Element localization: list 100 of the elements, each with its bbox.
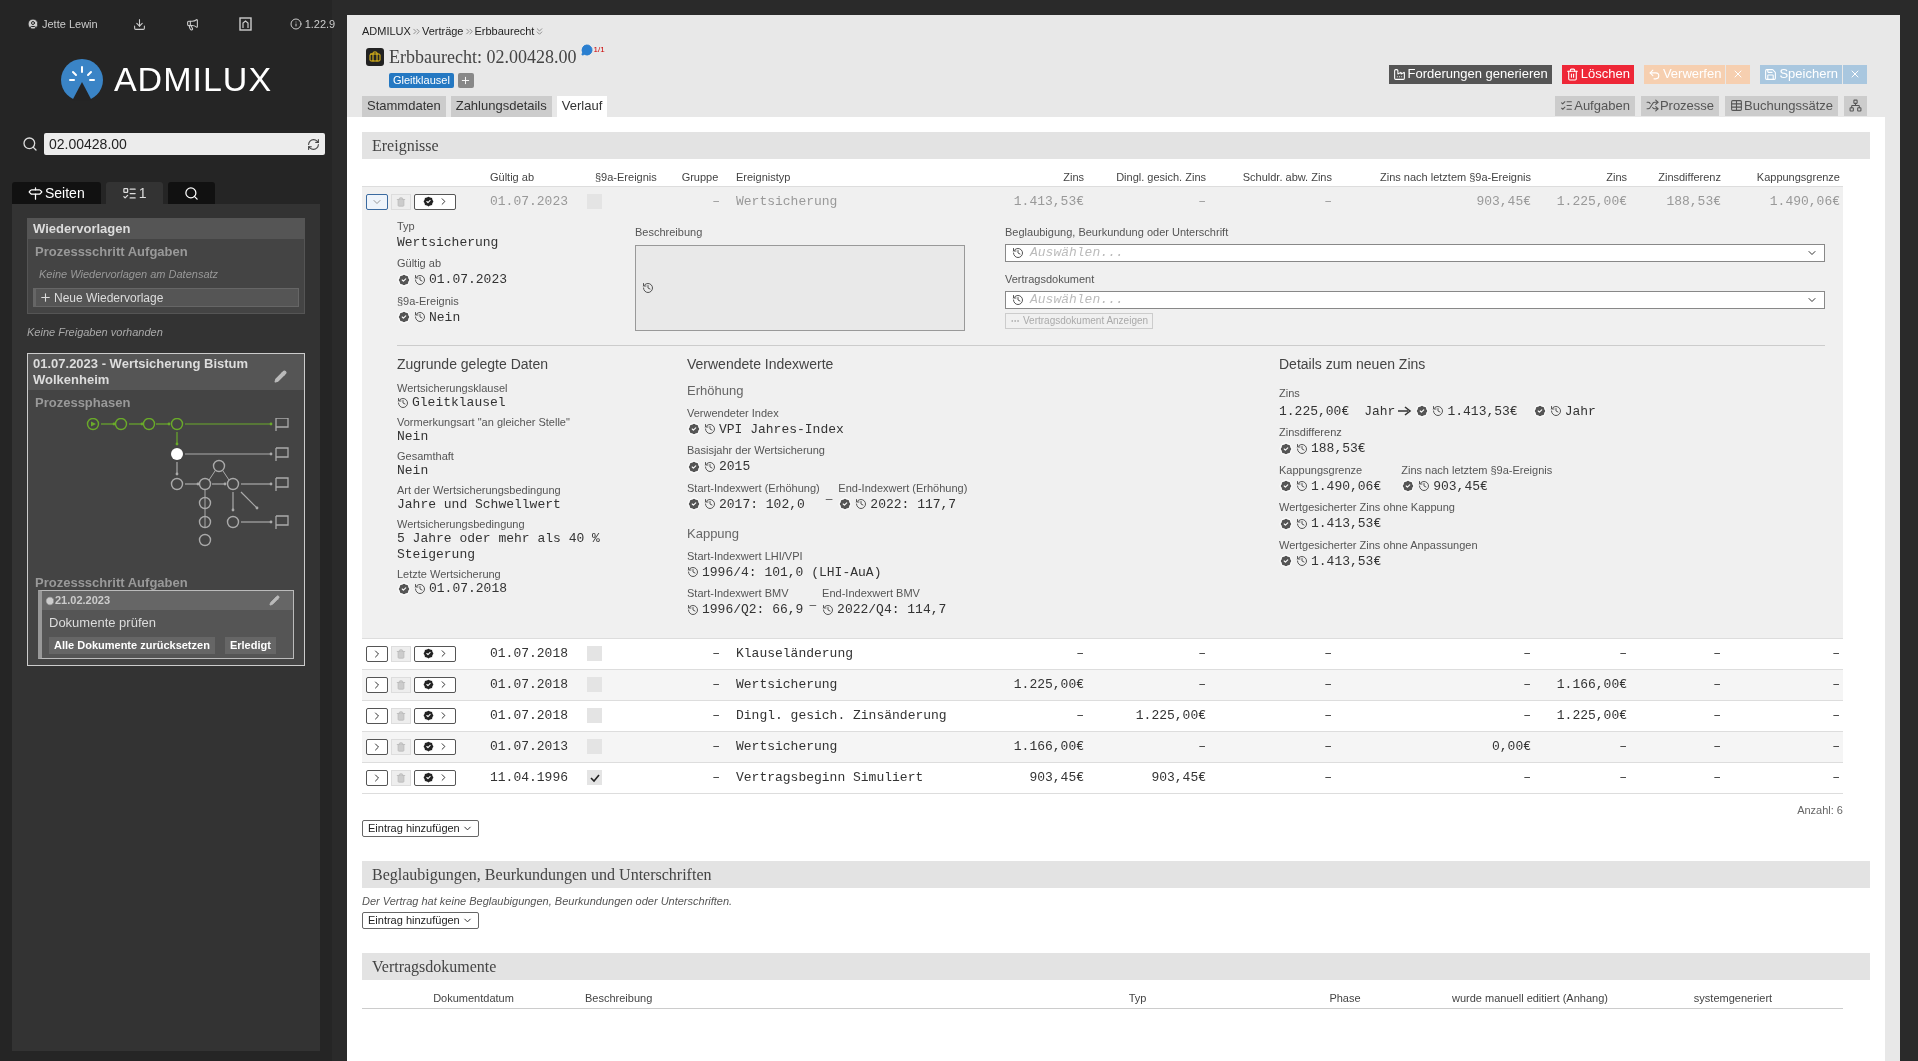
- sidebar-tab[interactable]: 1: [105, 182, 163, 204]
- table-cell: –: [1324, 645, 1332, 661]
- checklist-icon: [121, 185, 137, 201]
- add-entry-dropdown[interactable]: Eintrag hinzufügen: [362, 911, 479, 929]
- verified-icon: [421, 709, 435, 722]
- briefcase-icon: [366, 48, 384, 66]
- table-cell: –: [1198, 193, 1206, 209]
- history-icon: [822, 603, 835, 616]
- expand-toggle[interactable]: [366, 738, 388, 755]
- table-cell: –: [1619, 738, 1627, 754]
- plus-icon: [39, 291, 52, 304]
- checkbox[interactable]: [587, 770, 602, 785]
- verify-button[interactable]: [414, 193, 456, 210]
- table-cell: 01.07.2013: [490, 738, 568, 754]
- frame-icon[interactable]: [238, 17, 252, 31]
- breadcrumb-link[interactable]: Erbbaurecht: [474, 23, 535, 40]
- verified-icon: [1279, 479, 1293, 494]
- download-icon[interactable]: [132, 17, 146, 31]
- search-icon: [183, 185, 199, 201]
- table-cell: 01.07.2018: [490, 707, 568, 723]
- verify-button[interactable]: [414, 645, 456, 662]
- column-header: Phase: [1329, 991, 1361, 1004]
- column-header: Typ: [1128, 991, 1147, 1004]
- megaphone-icon[interactable]: [185, 17, 199, 31]
- add-tag-button[interactable]: [457, 72, 474, 88]
- field-label: Art der Wertsicherungsbedingung: [397, 483, 562, 497]
- table-cell: 1.225,00€: [1013, 676, 1084, 692]
- verify-button[interactable]: [414, 676, 456, 693]
- comment-icon[interactable]: [581, 43, 594, 56]
- field-value: 1996/4: 101,0 (LHI-AuA): [702, 563, 882, 582]
- table-cell: 1.413,53€: [1013, 193, 1084, 209]
- field-label: Kappungsgrenze: [1279, 462, 1364, 477]
- sidebar-tab[interactable]: [167, 182, 215, 204]
- task-button[interactable]: Alle Dokumente zurücksetzen: [49, 636, 215, 654]
- refresh-icon[interactable]: [307, 137, 320, 151]
- tab[interactable]: Zahlungsdetails: [450, 95, 552, 117]
- add-entry-dropdown[interactable]: Eintrag hinzufügen: [362, 820, 479, 837]
- verified-icon: [1279, 554, 1293, 569]
- tab[interactable]: Stammdaten: [362, 95, 446, 117]
- field-label: Start-Indexwert BMV: [687, 586, 790, 600]
- field-label: End-Indexwert BMV: [822, 586, 921, 600]
- field-value: Jahre und Schwellwert: [397, 497, 562, 513]
- column-header: Dingl. gesich. Zins: [1116, 170, 1206, 183]
- expand-toggle[interactable]: [366, 707, 388, 724]
- verify-button[interactable]: [414, 769, 456, 786]
- breadcrumb-link[interactable]: Verträge: [421, 23, 464, 40]
- field-value: 01.07.2018: [429, 581, 508, 597]
- field-value: 188,53€: [1311, 440, 1366, 458]
- breadcrumb-link[interactable]: ADMILUX: [362, 23, 411, 40]
- table-cell: –: [712, 193, 720, 209]
- toolbar-button[interactable]: Aufgaben: [1555, 95, 1635, 116]
- field-value: 5 Jahre oder mehr als 40 % Steigerung: [397, 531, 601, 563]
- toolbar-button[interactable]: Buchungssätze: [1725, 95, 1838, 116]
- user-name[interactable]: Jette Lewin: [42, 15, 98, 33]
- expand-toggle[interactable]: [366, 193, 388, 210]
- column-header: Zins: [1063, 170, 1084, 183]
- expand-toggle[interactable]: [366, 676, 388, 693]
- expand-toggle[interactable]: [366, 645, 388, 662]
- field-value: Gleitklausel: [412, 395, 507, 411]
- new-reminder-button[interactable]: Neue Wiedervorlage: [33, 288, 299, 307]
- table-cell: –: [1523, 676, 1531, 692]
- column-header: Kappungsgrenze: [1756, 170, 1840, 183]
- logo-text: ADMILUX: [113, 59, 273, 100]
- action-button[interactable]: Forderungen generieren: [1388, 64, 1552, 84]
- table-cell: –: [1713, 645, 1721, 661]
- plus-icon: [460, 74, 472, 86]
- sidebar-tab[interactable]: Seiten: [12, 182, 101, 204]
- process-title: 01.07.2023 - Wertsicherung Bistum Wolkenheim: [33, 355, 250, 388]
- action-button[interactable]: Löschen: [1561, 64, 1634, 84]
- table-cell: –: [1713, 676, 1721, 692]
- table-cell: –: [1198, 738, 1206, 754]
- history-icon: [1296, 555, 1308, 568]
- toolbar-button[interactable]: [1844, 95, 1867, 116]
- table-cell: 11.04.1996: [490, 769, 568, 785]
- task-button[interactable]: Erledigt: [224, 636, 276, 654]
- field-value: 2022: 117,7: [870, 495, 957, 514]
- table-cell: –: [1523, 769, 1531, 785]
- field-value: 1.413,53€: [1311, 515, 1382, 533]
- empty-note: Keine Wiedervorlagen am Datensatz: [38, 266, 220, 282]
- tab[interactable]: Verlauf: [556, 95, 608, 117]
- field-label: Wertsicherungsklausel: [397, 381, 509, 395]
- table-cell: –: [1832, 769, 1840, 785]
- edit-icon[interactable]: [274, 369, 287, 383]
- field-label: Start-Indexwert (Erhöhung): [687, 480, 820, 495]
- edit-icon[interactable]: [269, 595, 280, 606]
- info-icon[interactable]: [289, 18, 302, 30]
- verify-button[interactable]: [414, 738, 456, 755]
- field-label: Wertgesicherter Zins ohne Kappung: [1279, 500, 1455, 514]
- expand-toggle[interactable]: [366, 769, 388, 786]
- version-label: 1.22.9: [304, 16, 336, 32]
- checkbox[interactable]: [587, 708, 602, 723]
- checkbox[interactable]: [587, 646, 602, 661]
- close-icon: [1849, 68, 1861, 80]
- verify-button[interactable]: [414, 707, 456, 724]
- toolbar-button[interactable]: Prozesse: [1640, 95, 1720, 116]
- verified-icon: [1279, 441, 1293, 456]
- search-field[interactable]: 02.00428.00: [44, 133, 325, 155]
- trash-icon: [396, 741, 406, 752]
- history-icon: [704, 498, 716, 511]
- field-label: Verwendeter Index: [687, 405, 780, 420]
